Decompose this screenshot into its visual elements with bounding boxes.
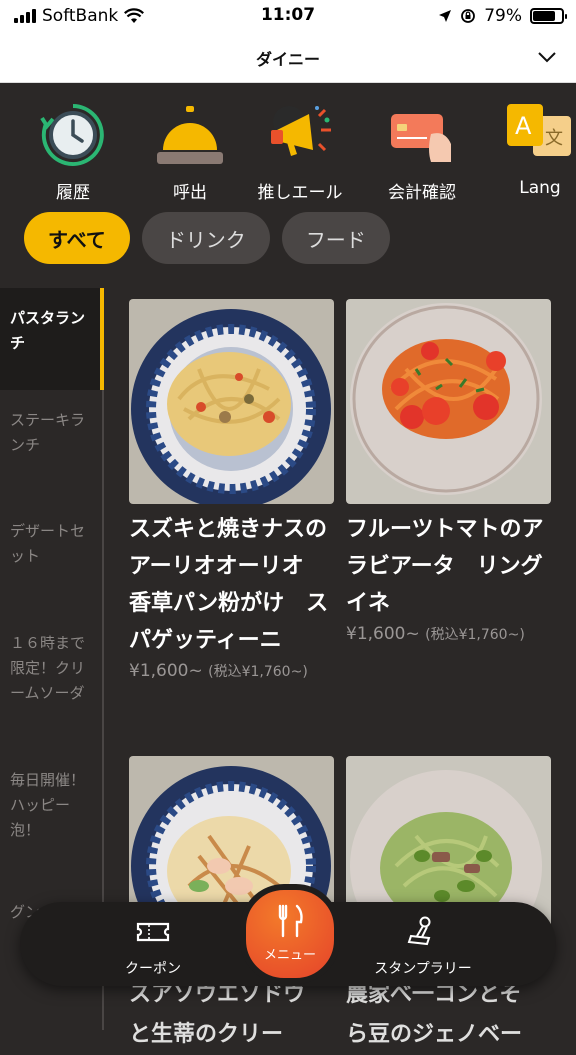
language-icon: 文 A xyxy=(507,104,571,156)
service-bell-icon xyxy=(157,106,223,164)
menu-item-name: フルーツトマトのアラビアータ リングイネ xyxy=(346,517,544,616)
menu-card[interactable]: フルーツトマトのアラビアータ リングイネ ¥1,600~ (税込¥1,760~) xyxy=(346,299,551,644)
price-label: ¥1,600~ xyxy=(129,661,203,681)
category-cream-soda[interactable]: １６時まで限定！クリームソーダ xyxy=(0,613,104,750)
check-bill-label: 会計確認 xyxy=(388,183,456,203)
svg-text:A: A xyxy=(515,112,532,140)
stamp-rally-button[interactable]: スタンプラリー xyxy=(358,916,488,978)
history-label: 履歴 xyxy=(56,183,90,203)
partial-menu-name-left: スアソウエソドウ と生蒂のクリー xyxy=(129,982,306,1047)
category-happy-hour[interactable]: 毎日開催！ハッピー泡！ xyxy=(0,750,104,882)
quick-actions: 履歴 呼出 推しエール 会計確認 文 A Lang xyxy=(0,92,576,203)
coupon-ticket-icon xyxy=(136,922,170,942)
rotation-lock-icon xyxy=(461,9,476,23)
header: ダイニー xyxy=(0,34,576,83)
svg-text:文: 文 xyxy=(545,128,563,149)
filter-food[interactable]: フード xyxy=(281,212,390,264)
category-pasta-lunch[interactable]: パスタランチ xyxy=(0,288,104,390)
language-label: Lang xyxy=(519,178,561,198)
call-staff-button[interactable]: 呼出 xyxy=(135,92,245,203)
menu-item-price: ¥1,600~ (税込¥1,760~) xyxy=(346,624,551,644)
status-bar: SoftBank 11:07 79% xyxy=(0,0,576,34)
category-steak-lunch[interactable]: ステーキランチ xyxy=(0,390,104,501)
coupon-button[interactable]: クーポン xyxy=(88,916,218,978)
battery-percent: 79% xyxy=(484,6,522,26)
category-dessert-set[interactable]: デザートセット xyxy=(0,501,104,613)
page-title: ダイニー xyxy=(255,50,320,69)
language-button[interactable]: 文 A Lang xyxy=(485,92,576,198)
menu-label: メニュー xyxy=(263,948,316,963)
cheer-button[interactable]: 推しエール xyxy=(245,92,355,203)
credit-card-icon xyxy=(391,114,451,162)
fork-knife-icon xyxy=(278,904,303,938)
partial-menu-name-right: 農家べ一コンとそ ら豆のジェノベー xyxy=(346,982,523,1047)
menu-photo xyxy=(129,299,334,504)
filter-drink[interactable]: ドリンク xyxy=(141,212,270,264)
location-arrow-icon xyxy=(439,10,452,22)
menu-button[interactable]: メニュー xyxy=(240,884,340,984)
cheer-label: 推しエール xyxy=(257,183,343,203)
menu-item-name: スズキと焼きナスのアーリオオーリオ 香草パン粉がけ スパゲッティーニ xyxy=(129,517,329,653)
history-button[interactable]: 履歴 xyxy=(18,92,128,203)
coupon-label: クーポン xyxy=(125,961,181,977)
menu-item-price: ¥1,600~ (税込¥1,760~) xyxy=(129,661,334,681)
price-tax-label: (税込¥1,760~) xyxy=(425,627,525,643)
battery-icon xyxy=(530,8,567,24)
chevron-down-icon[interactable] xyxy=(536,46,558,68)
history-clock-icon xyxy=(40,104,104,166)
price-label: ¥1,600~ xyxy=(346,624,420,644)
megaphone-icon xyxy=(271,106,331,156)
call-label: 呼出 xyxy=(173,183,207,203)
stamp-icon xyxy=(407,916,431,946)
price-tax-label: (税込¥1,760~) xyxy=(208,664,308,680)
check-bill-button[interactable]: 会計確認 xyxy=(367,92,477,203)
stamp-rally-label: スタンプラリー xyxy=(374,961,472,977)
filter-chips: すべて ドリンク フード xyxy=(24,212,390,264)
menu-card[interactable]: スズキと焼きナスのアーリオオーリオ 香草パン粉がけ スパゲッティーニ ¥1,60… xyxy=(129,299,334,681)
menu-photo xyxy=(346,299,551,504)
filter-all[interactable]: すべて xyxy=(24,212,130,264)
